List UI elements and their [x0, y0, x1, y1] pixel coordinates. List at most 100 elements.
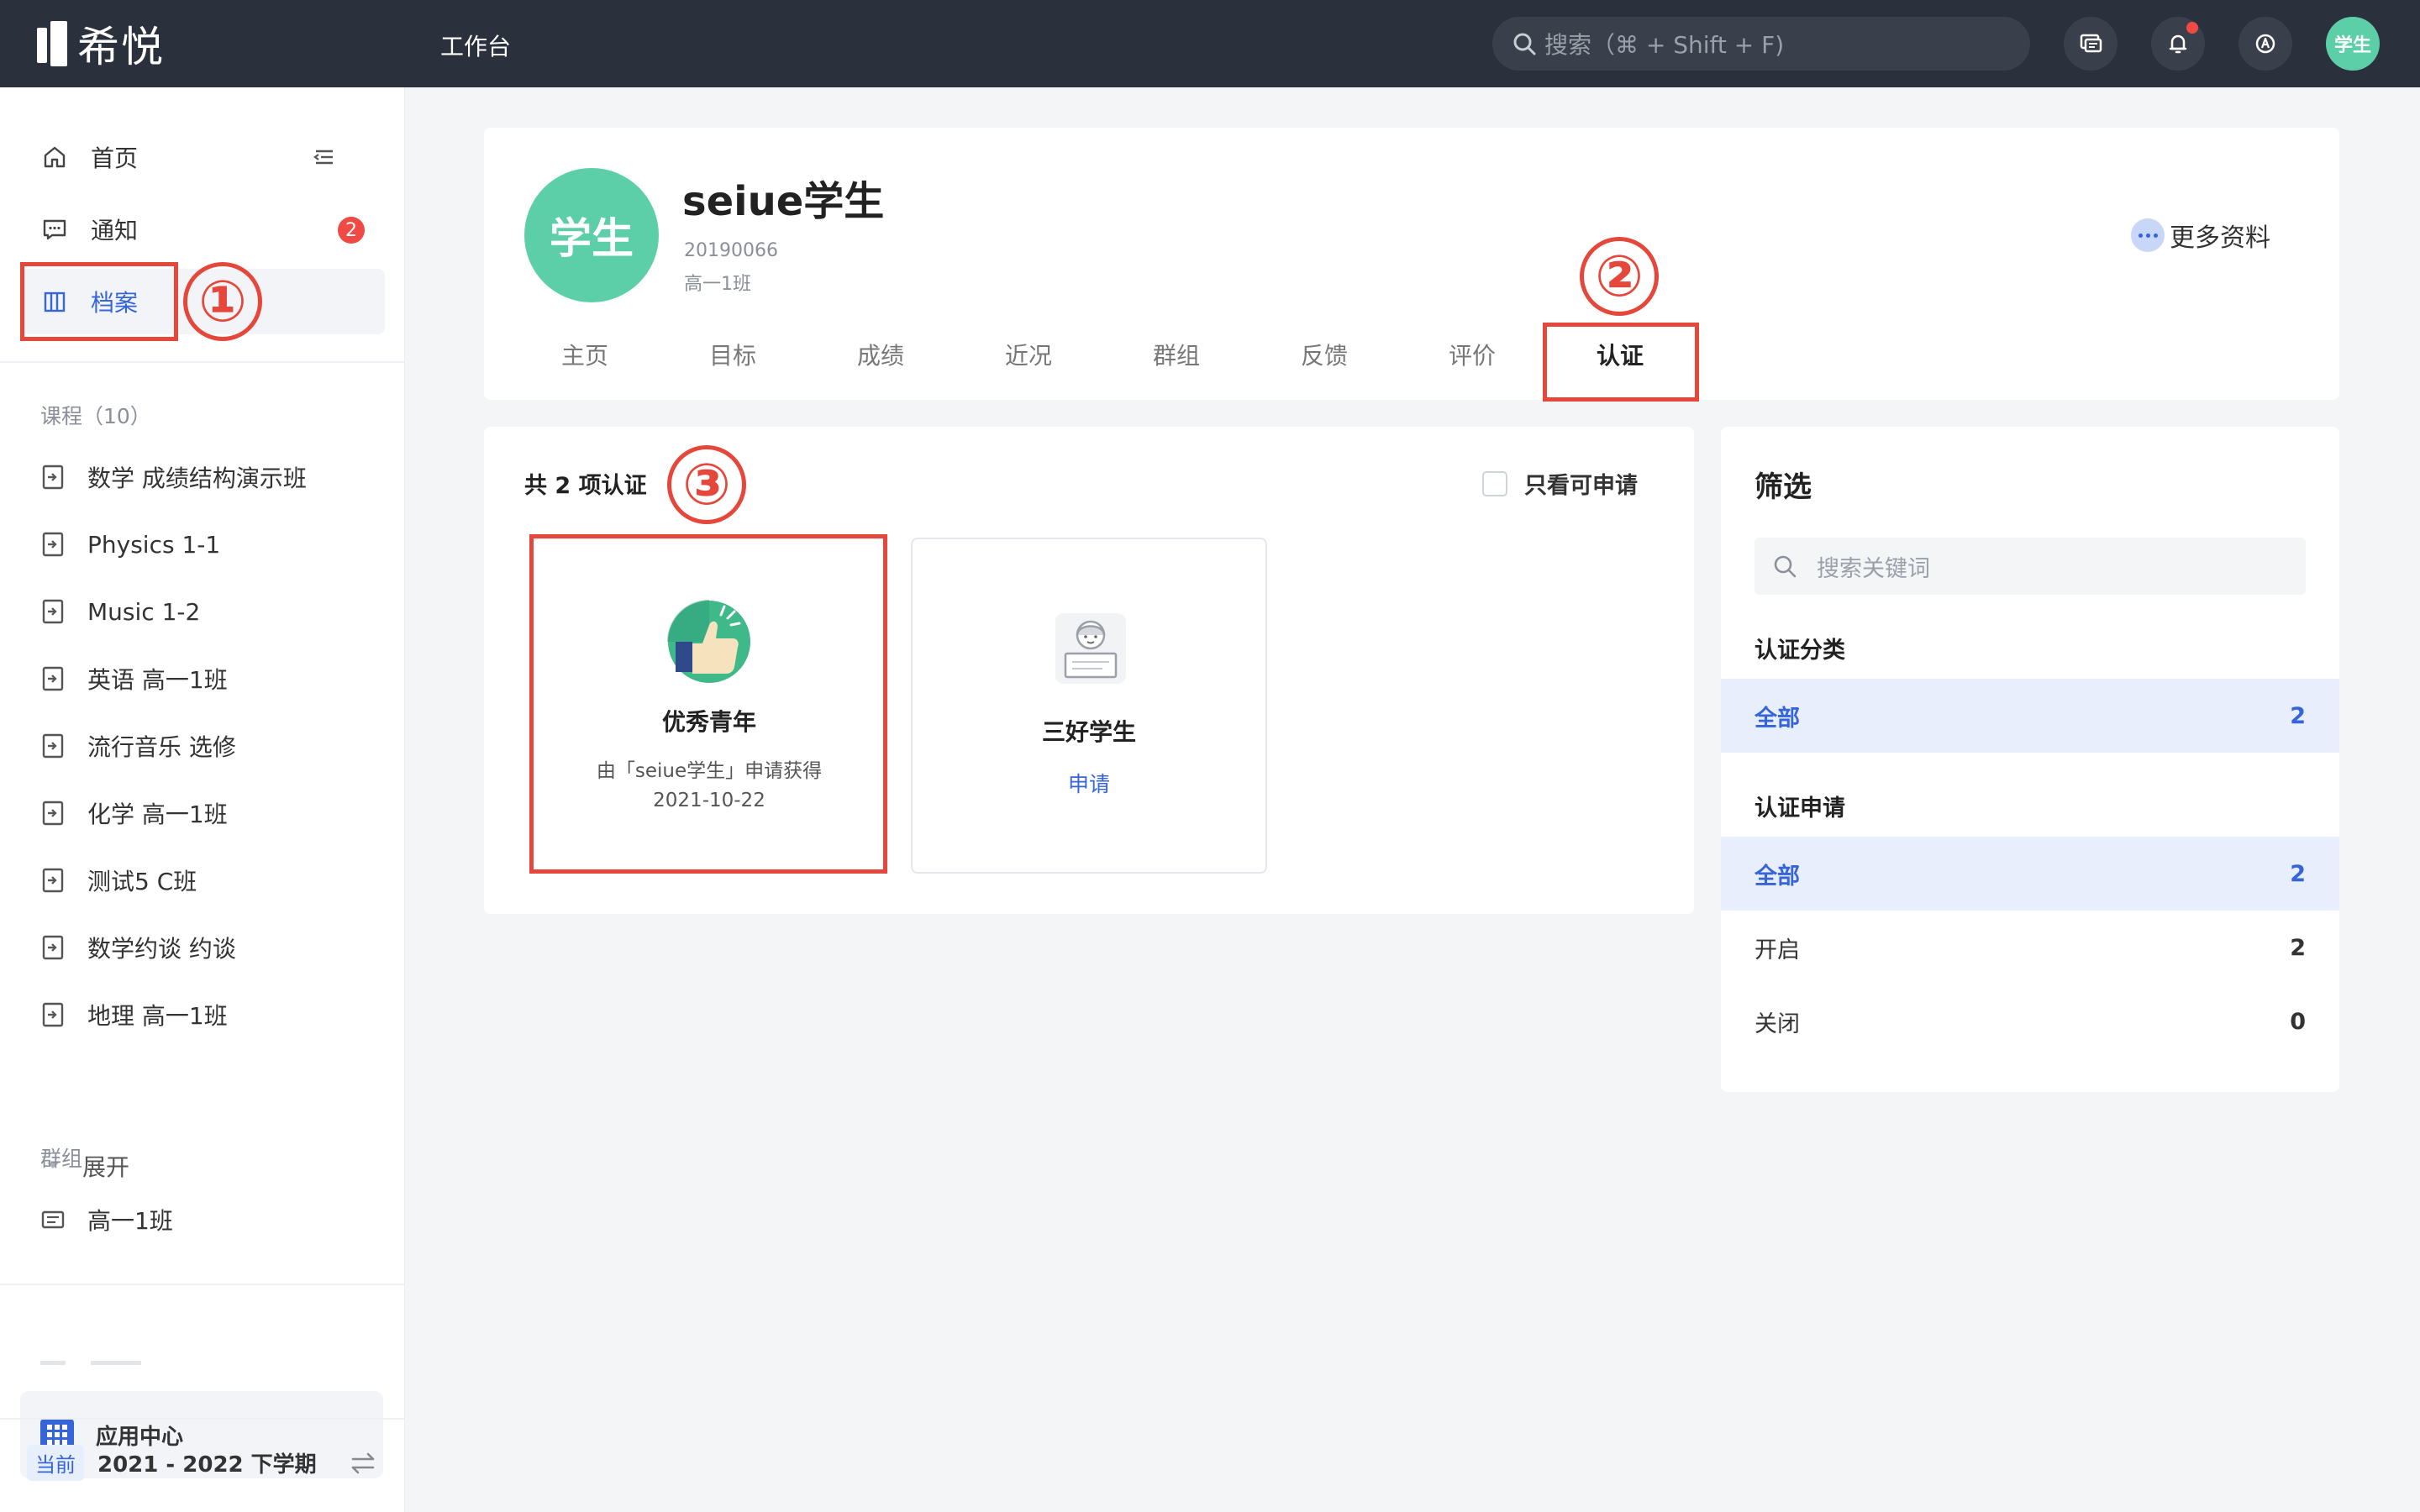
current-term-label: 2021 - 2022 下学期 — [97, 1452, 317, 1478]
profile-header-card: 学生 seiue学生 20190066 高一1班 更多资料 主页 目标 成绩 近… — [484, 128, 2339, 400]
sidebar-course-item[interactable]: 地理 高一1班 — [40, 991, 228, 1038]
filter-row-label: 全部 — [1754, 863, 1800, 890]
more-dots-icon — [2131, 218, 2165, 252]
messages-button[interactable] — [2064, 17, 2118, 71]
only-applicable-checkbox[interactable]: 只看可申请 — [1482, 467, 1638, 500]
filter-apply-open[interactable]: 开启 2 — [1721, 911, 2339, 984]
groups-section-title: 群组 — [40, 1147, 83, 1171]
filter-apply-closed[interactable]: 关闭 0 — [1721, 984, 2339, 1058]
course-label: Music 1-2 — [87, 597, 201, 626]
sidebar-course-item[interactable]: 测试5 C班 — [40, 857, 197, 904]
tab-feedback[interactable]: 反馈 — [1250, 338, 1398, 371]
user-avatar[interactable]: 学生 — [2326, 17, 2380, 71]
annotation-number-1: ① — [183, 262, 262, 341]
filter-search-input[interactable]: 搜索关键词 — [1754, 538, 2306, 595]
course-book-icon — [42, 733, 64, 759]
more-info-button[interactable]: 更多资料 — [2131, 217, 2270, 254]
filter-title: 筛选 — [1754, 470, 1812, 504]
course-label: 测试5 C班 — [87, 868, 197, 895]
sidebar-divider — [0, 1418, 405, 1420]
annotation-box-certification-card — [529, 534, 887, 874]
search-icon — [1774, 555, 1797, 578]
sidebar-course-item[interactable]: 数学 成绩结构演示班 — [40, 454, 307, 501]
student-class: 高一1班 — [684, 274, 751, 295]
student-certificate-icon — [1055, 613, 1126, 684]
sidebar-divider — [0, 1284, 405, 1285]
group-label: 高一1班 — [87, 1207, 173, 1235]
sidebar-course-item[interactable]: Music 1-2 — [40, 588, 200, 635]
collapse-sidebar-icon[interactable] — [309, 143, 338, 171]
checkbox-box[interactable] — [1482, 470, 1507, 496]
student-avatar: 学生 — [524, 168, 659, 302]
home-icon — [44, 146, 66, 168]
filter-row-label: 开启 — [1754, 937, 1800, 963]
course-book-icon — [42, 801, 64, 826]
tab-grades[interactable]: 成绩 — [807, 338, 955, 371]
sidebar-item-home[interactable]: 首页 — [20, 124, 385, 190]
notification-count-badge: 2 — [338, 217, 365, 244]
tab-evaluation[interactable]: 评价 — [1398, 338, 1546, 371]
app-logo[interactable]: 希悦 — [37, 18, 165, 71]
filter-row-label: 全部 — [1754, 705, 1800, 732]
current-term-tag: 当前 — [27, 1445, 84, 1481]
global-search-input[interactable]: 搜索（⌘ + Shift + F) — [1492, 17, 2030, 71]
current-term: 当前 2021 - 2022 下学期 — [27, 1445, 317, 1481]
sidebar-course-item[interactable]: 数学约谈 约谈 — [40, 924, 236, 971]
message-icon — [2080, 34, 2102, 53]
annotation-box-certification-tab — [1543, 323, 1699, 402]
course-label: Physics 1-1 — [87, 530, 221, 559]
expand-label: 展开 — [82, 1153, 130, 1181]
course-label: 数学约谈 约谈 — [87, 935, 236, 963]
courses-section-title: 课程（10） — [40, 404, 151, 428]
course-book-icon — [42, 935, 64, 960]
sidebar-item-notifications[interactable]: 通知 2 — [20, 197, 385, 262]
account-switch-button[interactable] — [2238, 17, 2292, 71]
sidebar-item-label: 通知 — [91, 217, 139, 244]
annotation-box-profile-nav — [20, 262, 178, 341]
sidebar-course-item[interactable]: Physics 1-1 — [40, 521, 220, 568]
sidebar-group-item[interactable]: 高一1班 — [40, 1196, 173, 1243]
sidebar-course-item[interactable]: 化学 高一1班 — [40, 790, 228, 837]
annotation-number-3: ③ — [667, 445, 746, 524]
filter-category-all[interactable]: 全部 2 — [1721, 679, 2339, 753]
scroll-fade-decoration — [40, 1361, 141, 1365]
filter-row-count: 2 — [2290, 934, 2306, 961]
logo-mark-icon — [37, 21, 67, 66]
user-circle-icon — [2255, 34, 2275, 54]
logo-text: 希悦 — [77, 23, 165, 71]
group-class-icon — [41, 1210, 65, 1229]
swap-icon[interactable] — [346, 1446, 380, 1480]
student-name: seiue学生 — [682, 178, 885, 225]
course-label: 流行音乐 选修 — [87, 733, 236, 761]
course-book-icon — [42, 868, 64, 893]
course-book-icon — [42, 532, 64, 557]
course-book-icon — [42, 1002, 64, 1027]
tab-updates[interactable]: 近况 — [955, 338, 1102, 371]
tab-goals[interactable]: 目标 — [659, 338, 807, 371]
sidebar-course-item[interactable]: 英语 高一1班 — [40, 655, 228, 702]
more-info-label: 更多资料 — [2170, 223, 2270, 253]
course-label: 英语 高一1班 — [87, 666, 228, 694]
category-group-title: 认证分类 — [1754, 638, 1845, 664]
tab-groups[interactable]: 群组 — [1102, 338, 1250, 371]
workspace-title[interactable]: 工作台 — [440, 29, 511, 62]
course-label: 化学 高一1班 — [87, 801, 228, 828]
filter-apply-all[interactable]: 全部 2 — [1721, 837, 2339, 911]
filter-search-placeholder: 搜索关键词 — [1817, 555, 1930, 582]
search-placeholder: 搜索（⌘ + Shift + F) — [1544, 31, 1785, 59]
notification-dot — [2186, 22, 2198, 34]
sidebar-course-item[interactable]: 流行音乐 选修 — [40, 722, 236, 769]
apply-link[interactable]: 申请 — [913, 768, 1265, 798]
notifications-button[interactable] — [2151, 17, 2205, 71]
sidebar-divider — [0, 361, 405, 363]
certification-count: 共 2 项认证 — [524, 473, 647, 499]
course-book-icon — [42, 599, 64, 624]
certification-card[interactable]: 三好学生 申请 — [911, 538, 1267, 874]
bell-icon — [2169, 34, 2187, 54]
sidebar-item-label: 首页 — [91, 144, 139, 172]
apply-group-title: 认证申请 — [1754, 795, 1845, 822]
tab-home[interactable]: 主页 — [511, 338, 659, 371]
only-applicable-label: 只看可申请 — [1524, 473, 1638, 499]
filter-row-count: 0 — [2290, 1008, 2306, 1035]
certification-title: 三好学生 — [1041, 718, 1136, 746]
